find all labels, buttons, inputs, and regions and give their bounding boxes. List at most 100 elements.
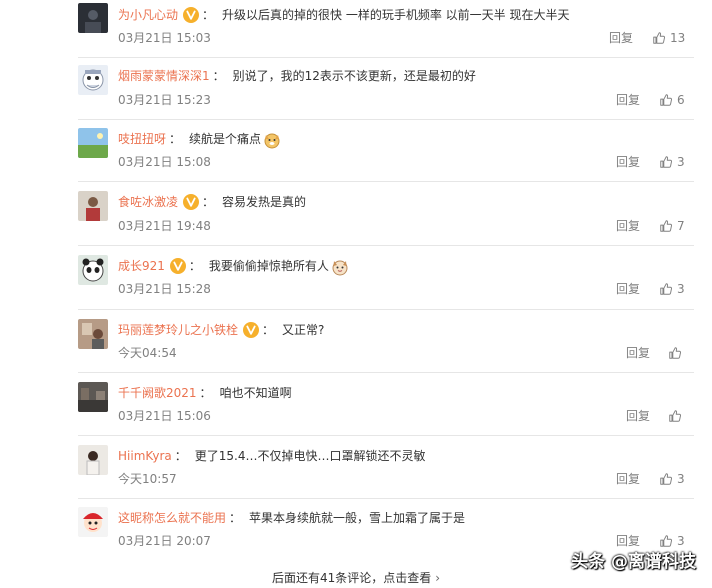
reply-button[interactable]: 回复: [616, 153, 640, 171]
avatar-person-icon[interactable]: [78, 191, 108, 221]
avatar-street-icon[interactable]: [78, 382, 108, 412]
reply-button[interactable]: 回复: [609, 29, 633, 47]
comment-time: 03月21日 15:28: [118, 282, 211, 296]
reply-button[interactable]: 回复: [616, 470, 640, 488]
thumbs-up-icon: [652, 31, 670, 45]
like-button[interactable]: 6: [659, 91, 685, 109]
comment-line: 食咗冰激凌 ： 容易发热是真的: [118, 192, 306, 212]
comment-time: 03月21日 15:23: [118, 93, 211, 107]
reply-button[interactable]: 回复: [616, 217, 640, 235]
comment-line: 玛丽莲梦玲儿之小铁栓 ： 又正常?: [118, 320, 324, 340]
comment-divider: [78, 309, 694, 310]
thumbs-up-icon: [659, 534, 677, 548]
comment-line: 烟雨蒙蒙情深深1： 别说了，我的12表示不该更新，还是最初的好: [118, 66, 476, 86]
like-button[interactable]: 13: [652, 29, 685, 47]
comment-text: 别说了，我的12表示不该更新，还是最初的好: [232, 69, 476, 83]
like-button[interactable]: [668, 344, 686, 362]
like-button[interactable]: 7: [659, 217, 685, 235]
thumbs-up-icon: [659, 282, 677, 296]
comment-username[interactable]: 为小凡心动: [118, 5, 178, 25]
doge-emoji-icon: [261, 129, 281, 149]
comment-line: 吱扭扭呀： 续航是个痛点: [118, 129, 281, 149]
comment-text: 又正常?: [282, 323, 325, 337]
like-button[interactable]: 3: [659, 153, 685, 171]
comment-username[interactable]: 吱扭扭呀: [118, 129, 166, 149]
avatar-girl-icon[interactable]: [78, 445, 108, 475]
thumbs-up-icon: [668, 409, 686, 423]
comment-username[interactable]: 玛丽莲梦玲儿之小铁栓: [118, 320, 238, 340]
reply-button[interactable]: 回复: [616, 91, 640, 109]
comment-time: 今天04:54: [118, 346, 177, 360]
comment-line: HiimKyra： 更了15.4…不仅掉电快…口罩解锁还不灵敏: [118, 446, 426, 466]
verified-badge-icon: [183, 7, 200, 23]
watermark: 头条 @离谱科技: [571, 552, 696, 572]
comment-line: 这昵称怎么就不能用： 苹果本身续航就一般，雪上加霜了属于是: [118, 508, 465, 528]
chevron-right-icon: ›: [435, 571, 441, 585]
like-count: 3: [677, 155, 685, 169]
like-button[interactable]: [668, 407, 686, 425]
comment-text: 更了15.4…不仅掉电快…口罩解锁还不灵敏: [194, 449, 426, 463]
reply-button[interactable]: 回复: [616, 280, 640, 298]
thumbs-up-icon: [659, 219, 677, 233]
comment-colon: ：: [262, 323, 275, 337]
comment-colon: ：: [199, 386, 212, 400]
comment-text: 续航是个痛点: [189, 132, 262, 146]
verified-badge-icon: [183, 194, 200, 210]
thumbs-up-icon: [659, 472, 677, 486]
like-count: 6: [677, 93, 685, 107]
load-more-label: 后面还有41条评论，点击查看: [271, 571, 432, 585]
like-count: 7: [677, 219, 685, 233]
comment-line: 为小凡心动 ： 升级以后真的掉的很快 一样的玩手机频率 以前一天半 现在大半天: [118, 5, 569, 25]
comment-divider: [78, 181, 694, 182]
comment-divider: [78, 498, 694, 499]
comment-colon: ：: [229, 511, 242, 525]
comment-time: 03月21日 15:08: [118, 155, 211, 169]
comment-line: 成长921 ： 我要偷偷掉惊艳所有人: [118, 256, 349, 276]
verified-badge-icon: [169, 258, 186, 274]
comment-colon: ：: [212, 69, 225, 83]
comment-divider: [78, 245, 694, 246]
comment-username[interactable]: 烟雨蒙蒙情深深1: [118, 66, 210, 86]
comment-username[interactable]: 食咗冰激凌: [118, 192, 178, 212]
comment-divider: [78, 435, 694, 436]
avatar-dark-photo-icon[interactable]: [78, 3, 108, 33]
thumbs-up-icon: [659, 93, 677, 107]
avatar-cartoon-red-icon[interactable]: [78, 507, 108, 537]
comment-colon: ：: [174, 449, 187, 463]
comment-text: 咱也不知道啊: [219, 386, 292, 400]
comment-username[interactable]: HiimKyra: [118, 446, 172, 466]
avatar-room-icon[interactable]: [78, 319, 108, 349]
comment-time: 今天10:57: [118, 472, 177, 486]
comment-text: 苹果本身续航就一般，雪上加霜了属于是: [249, 511, 466, 525]
comment-colon: ：: [202, 8, 215, 22]
comment-username[interactable]: 成长921: [118, 256, 165, 276]
comment-time: 03月21日 15:06: [118, 409, 211, 423]
like-button[interactable]: 3: [659, 280, 685, 298]
avatar-landscape-icon[interactable]: [78, 128, 108, 158]
comment-divider: [78, 57, 694, 58]
comment-username[interactable]: 千千阙歌2021: [118, 383, 197, 403]
comment-text: 升级以后真的掉的很快 一样的玩手机频率 以前一天半 现在大半天: [222, 8, 570, 22]
comment-text: 容易发热是真的: [222, 195, 307, 209]
avatar-panda-icon[interactable]: [78, 255, 108, 285]
cat-emoji-icon: [329, 256, 349, 276]
like-count: 13: [670, 31, 686, 45]
comment-text: 我要偷偷掉惊艳所有人: [208, 259, 329, 273]
like-count: 3: [677, 282, 685, 296]
comment-username[interactable]: 这昵称怎么就不能用: [118, 508, 226, 528]
like-button[interactable]: 3: [659, 470, 685, 488]
reply-button[interactable]: 回复: [626, 407, 650, 425]
reply-button[interactable]: 回复: [626, 344, 650, 362]
comment-time: 03月21日 20:07: [118, 534, 211, 548]
comment-time: 03月21日 19:48: [118, 219, 211, 233]
thumbs-up-icon: [668, 346, 686, 360]
comment-line: 千千阙歌2021： 咱也不知道啊: [118, 383, 292, 403]
comment-colon: ：: [169, 132, 182, 146]
comment-divider: [78, 119, 694, 120]
comment-colon: ：: [188, 259, 201, 273]
avatar-cartoon-icon[interactable]: [78, 65, 108, 95]
comment-divider: [78, 372, 694, 373]
verified-badge-icon: [243, 322, 260, 338]
like-count: 3: [677, 472, 685, 486]
comment-time: 03月21日 15:03: [118, 31, 211, 45]
